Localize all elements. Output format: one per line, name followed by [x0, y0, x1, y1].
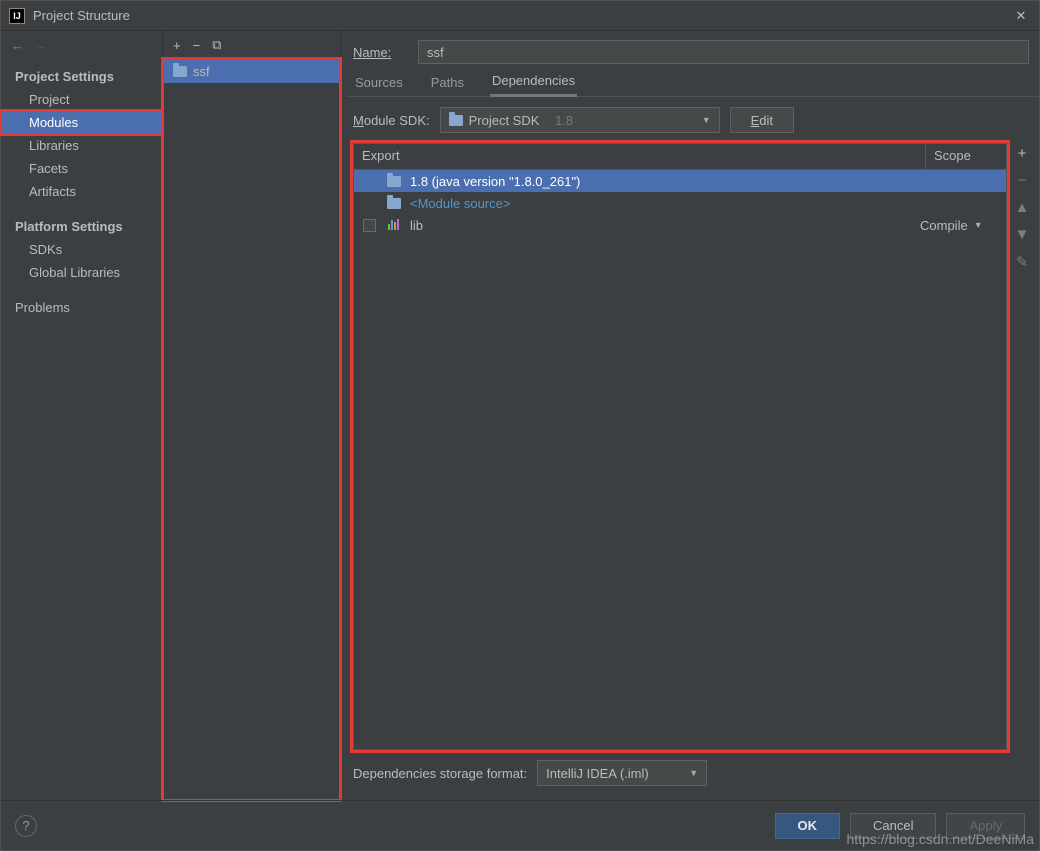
- folder-icon: [449, 115, 463, 126]
- dialog-footer: ? OK Cancel Apply: [1, 800, 1039, 850]
- move-up-icon[interactable]: ▲: [1015, 199, 1030, 216]
- dep-row-jdk[interactable]: 1.8 (java version "1.8.0_261"): [354, 170, 1006, 192]
- forward-icon[interactable]: →: [34, 38, 47, 53]
- help-button[interactable]: ?: [15, 815, 37, 837]
- library-icon: [388, 218, 400, 233]
- app-icon: IJ: [9, 8, 25, 24]
- sidebar-item-facets[interactable]: Facets: [1, 157, 162, 180]
- add-dep-icon[interactable]: +: [1018, 145, 1027, 162]
- dep-row-module-source[interactable]: <Module source>: [354, 192, 1006, 214]
- back-icon[interactable]: ←: [11, 38, 24, 53]
- cancel-button[interactable]: Cancel: [850, 813, 936, 839]
- section-project-settings: Project Settings: [1, 65, 162, 88]
- col-scope: Scope: [926, 144, 1006, 169]
- folder-icon: [387, 176, 401, 187]
- tab-sources[interactable]: Sources: [353, 69, 405, 96]
- dep-row-lib[interactable]: lib Compile ▼: [354, 214, 1006, 236]
- close-icon[interactable]: ✕: [1011, 8, 1031, 24]
- add-icon[interactable]: +: [173, 38, 181, 53]
- sidebar-item-artifacts[interactable]: Artifacts: [1, 180, 162, 203]
- tab-dependencies[interactable]: Dependencies: [490, 67, 577, 97]
- storage-format-combo[interactable]: IntelliJ IDEA (.iml) ▼: [537, 760, 707, 786]
- module-details: Name: Sources Paths Dependencies Module …: [341, 31, 1039, 800]
- copy-icon[interactable]: ⧉: [212, 37, 221, 53]
- module-sdk-combo[interactable]: Project SDK 1.8 ▼: [440, 107, 720, 133]
- sidebar-item-libraries[interactable]: Libraries: [1, 134, 162, 157]
- export-checkbox[interactable]: [363, 219, 376, 232]
- folder-icon: [173, 66, 187, 77]
- storage-format-label: Dependencies storage format:: [353, 766, 527, 781]
- sidebar-item-modules[interactable]: Modules: [1, 111, 162, 134]
- remove-dep-icon[interactable]: −: [1018, 172, 1027, 189]
- section-platform-settings: Platform Settings: [1, 215, 162, 238]
- tab-paths[interactable]: Paths: [429, 69, 466, 96]
- ok-button[interactable]: OK: [775, 813, 841, 839]
- remove-icon[interactable]: −: [193, 38, 201, 53]
- window-title: Project Structure: [33, 8, 1011, 23]
- folder-icon: [387, 198, 401, 209]
- chevron-down-icon: ▼: [689, 768, 698, 778]
- modules-panel: + − ⧉ ssf: [163, 31, 341, 800]
- chevron-down-icon: ▼: [974, 220, 983, 230]
- dep-side-toolbar: + − ▲ ▼ ✎: [1011, 143, 1033, 750]
- edit-dep-icon[interactable]: ✎: [1016, 253, 1029, 271]
- dependencies-table: Export Scope 1.8 (java version "1.8.0_26…: [353, 143, 1007, 750]
- sidebar-item-problems[interactable]: Problems: [1, 296, 162, 319]
- module-item-ssf[interactable]: ssf: [163, 59, 340, 83]
- name-label: Name:: [353, 45, 408, 60]
- sidebar-item-project[interactable]: Project: [1, 88, 162, 111]
- module-name-input[interactable]: [418, 40, 1029, 64]
- sidebar: ← → Project Settings Project Modules Lib…: [1, 31, 163, 800]
- scope-combo[interactable]: Compile ▼: [920, 218, 1000, 233]
- edit-sdk-button[interactable]: Edit: [730, 107, 794, 133]
- module-name: ssf: [193, 64, 210, 79]
- modules-toolbar: + − ⧉: [163, 31, 340, 59]
- module-sdk-label: Module SDK:: [353, 113, 430, 128]
- titlebar: IJ Project Structure ✕: [1, 1, 1039, 31]
- sidebar-item-sdks[interactable]: SDKs: [1, 238, 162, 261]
- sidebar-item-global-libraries[interactable]: Global Libraries: [1, 261, 162, 284]
- chevron-down-icon: ▼: [702, 115, 711, 125]
- move-down-icon[interactable]: ▼: [1015, 226, 1030, 243]
- col-export: Export: [354, 144, 926, 169]
- tabs: Sources Paths Dependencies: [347, 67, 1039, 97]
- apply-button[interactable]: Apply: [946, 813, 1025, 839]
- sidebar-nav: ← →: [1, 31, 162, 59]
